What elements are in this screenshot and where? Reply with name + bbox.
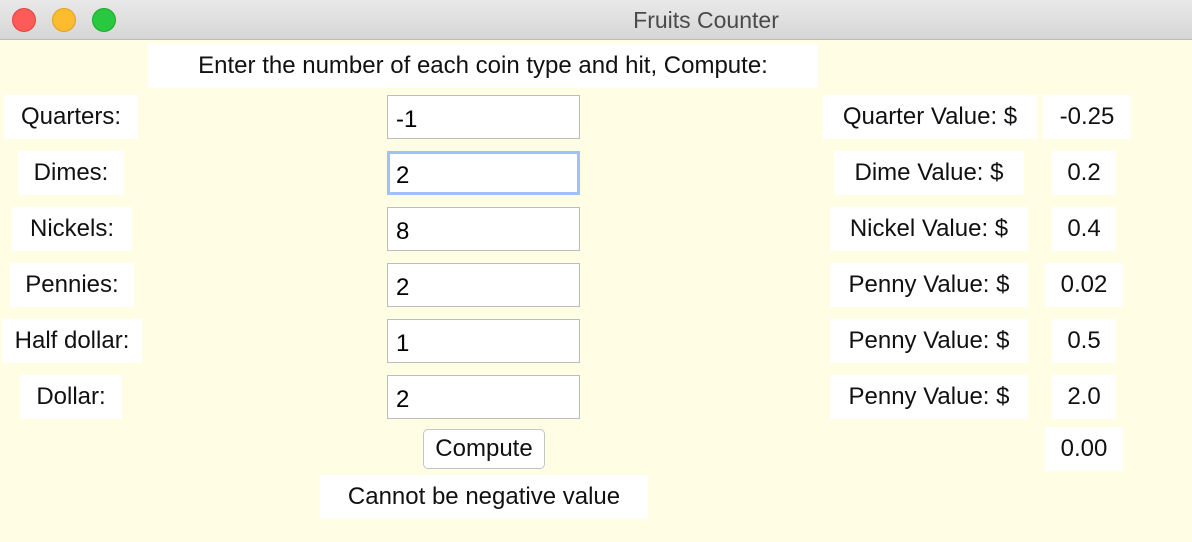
dimes-label: Dimes: <box>18 151 124 195</box>
quarters-input[interactable] <box>387 95 580 139</box>
quarters-label: Quarters: <box>4 95 138 139</box>
status-message: Cannot be negative value <box>320 475 648 519</box>
half-dollar-input[interactable] <box>387 319 580 363</box>
nickel-value: 0.4 <box>1052 207 1116 251</box>
coin-counter-panel: Enter the number of each coin type and h… <box>0 40 1192 542</box>
dollar-value: 2.0 <box>1052 375 1116 419</box>
pennies-label: Pennies: <box>10 263 134 307</box>
dollar-value-label: Penny Value: $ <box>830 375 1028 419</box>
window-title: Fruits Counter <box>633 7 779 33</box>
dollar-input[interactable] <box>387 375 580 419</box>
compute-button[interactable]: Compute <box>423 429 545 469</box>
instructions-label: Enter the number of each coin type and h… <box>148 44 818 88</box>
half-dollar-value-label: Penny Value: $ <box>830 319 1028 363</box>
nickels-label: Nickels: <box>12 207 132 251</box>
nickels-input[interactable] <box>387 207 580 251</box>
dollar-label: Dollar: <box>20 375 122 419</box>
window-titlebar: Fruits Counter <box>0 0 1192 40</box>
total-value: 0.00 <box>1045 427 1123 471</box>
quarter-value-label: Quarter Value: $ <box>823 95 1037 139</box>
dimes-input[interactable] <box>387 151 580 195</box>
pennies-input[interactable] <box>387 263 580 307</box>
penny-value-label: Penny Value: $ <box>830 263 1028 307</box>
dime-value: 0.2 <box>1052 151 1116 195</box>
penny-value: 0.02 <box>1045 263 1123 307</box>
half-dollar-label: Half dollar: <box>2 319 142 363</box>
nickel-value-label: Nickel Value: $ <box>830 207 1028 251</box>
half-dollar-value: 0.5 <box>1052 319 1116 363</box>
dime-value-label: Dime Value: $ <box>834 151 1024 195</box>
quarter-value: -0.25 <box>1043 95 1131 139</box>
